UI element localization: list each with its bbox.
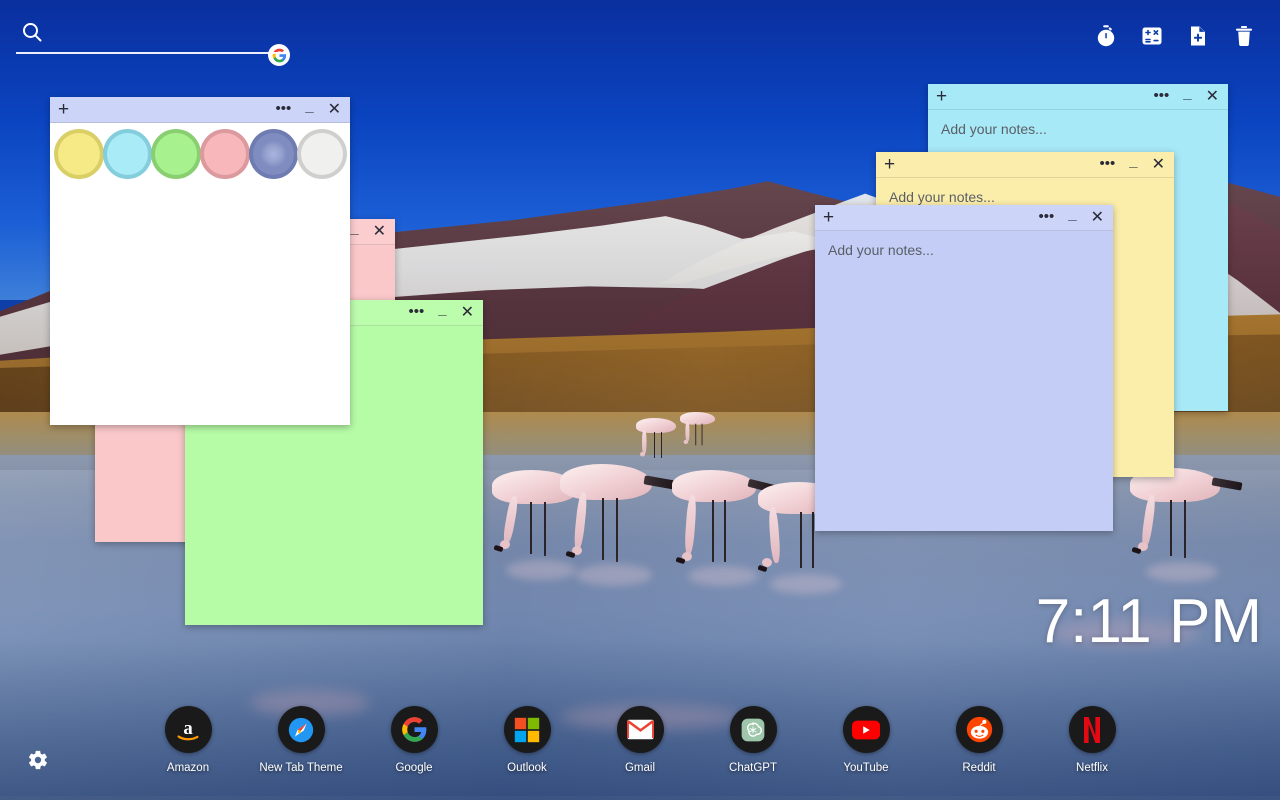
color-white-fill (301, 133, 344, 175)
trash-icon[interactable] (1230, 22, 1258, 50)
calculator-icon[interactable] (1138, 22, 1166, 50)
close-button[interactable]: ✕ (1206, 88, 1219, 106)
search-input[interactable] (62, 24, 258, 48)
add-note-button[interactable]: + (936, 87, 947, 108)
close-button[interactable]: ✕ (461, 304, 474, 322)
minimize-button[interactable]: _ (1129, 154, 1137, 176)
dock-item-chatgpt[interactable]: ChatGPT (721, 706, 785, 774)
youtube-icon[interactable] (842, 706, 890, 753)
color-pink-fill (204, 133, 246, 175)
minimize-button[interactable]: _ (1183, 86, 1191, 108)
more-options-icon[interactable]: ••• (1099, 156, 1115, 174)
add-note-button[interactable]: + (884, 155, 895, 176)
dock-item-new-tab-theme[interactable]: New Tab Theme (259, 706, 343, 774)
color-white-swatch[interactable] (297, 129, 348, 179)
reddit-icon[interactable] (955, 706, 1003, 753)
dock-label: Amazon (166, 762, 210, 774)
more-options-icon[interactable]: ••• (275, 101, 291, 119)
top-toolbar (1092, 22, 1258, 50)
color-yellow-swatch[interactable] (54, 129, 104, 179)
new-tab-theme-icon[interactable] (277, 706, 325, 753)
chatgpt-icon[interactable] (729, 706, 777, 753)
note-titlebar[interactable]: + ••• _ ✕ (815, 205, 1113, 231)
dock-label: Netflix (1076, 762, 1108, 774)
more-options-icon[interactable]: ••• (1038, 209, 1054, 227)
color-green-swatch[interactable] (151, 129, 202, 179)
minimize-button[interactable]: _ (305, 99, 313, 121)
dock-label: Outlook (507, 762, 547, 774)
dock-label: Reddit (962, 762, 996, 774)
note-titlebar[interactable]: + ••• _ ✕ (928, 84, 1228, 110)
google-g-logo[interactable] (268, 44, 290, 66)
search-icon[interactable] (20, 20, 44, 49)
dock-item-gmail[interactable]: Gmail (608, 706, 672, 774)
close-button[interactable]: ✕ (328, 101, 341, 119)
note-window-purple[interactable]: + ••• _ ✕ Add your notes... (815, 205, 1113, 531)
dock-label: YouTube (843, 762, 889, 774)
note-titlebar[interactable]: + ••• _ ✕ (876, 152, 1174, 178)
titlebar-divider (815, 230, 1113, 231)
dock-item-netflix[interactable]: Netflix (1060, 706, 1124, 774)
outlook-icon[interactable] (503, 706, 551, 753)
dock-item-google[interactable]: Google (382, 706, 446, 774)
note-titlebar[interactable]: + ••• _ ✕ (50, 97, 350, 123)
settings-gear-button[interactable] (25, 749, 51, 775)
titlebar-divider (876, 177, 1174, 178)
close-button[interactable]: ✕ (373, 223, 386, 241)
color-yellow-fill (58, 133, 100, 175)
dock-label: Google (395, 762, 433, 774)
dock-label: ChatGPT (729, 762, 777, 774)
google-icon[interactable] (390, 706, 438, 753)
titlebar-divider (928, 109, 1228, 110)
new-note-icon[interactable] (1184, 22, 1212, 50)
dock-item-outlook[interactable]: Outlook (495, 706, 559, 774)
dock-item-youtube[interactable]: YouTube (834, 706, 898, 774)
netflix-icon[interactable] (1068, 706, 1116, 753)
color-cyan-swatch[interactable] (102, 129, 153, 179)
search-bar[interactable] (16, 20, 290, 66)
color-picker-palette[interactable] (50, 123, 350, 179)
color-cyan-fill (106, 133, 149, 175)
color-purple-fill (252, 133, 295, 175)
titlebar-divider (50, 122, 350, 123)
add-note-button[interactable]: + (823, 208, 834, 229)
desktop-clock: 7:11 PM (1035, 587, 1262, 656)
minimize-button[interactable]: _ (1068, 207, 1076, 229)
more-options-icon[interactable]: ••• (1153, 88, 1169, 106)
note-text-area[interactable]: Add your notes... (815, 231, 1113, 531)
search-underline (16, 52, 284, 54)
close-button[interactable]: ✕ (1152, 156, 1165, 174)
gear-icon[interactable] (27, 749, 49, 776)
minimize-button[interactable]: _ (438, 302, 446, 324)
color-green-fill (155, 133, 198, 175)
dock-item-amazon[interactable]: a Amazon (156, 706, 220, 774)
dock-label: New Tab Theme (259, 762, 343, 774)
gmail-icon[interactable] (616, 706, 664, 753)
amazon-icon[interactable]: a (164, 706, 212, 753)
color-pink-swatch[interactable] (200, 129, 250, 179)
dock-item-reddit[interactable]: Reddit (947, 706, 1011, 774)
minimize-button[interactable]: _ (350, 221, 358, 243)
color-purple-swatch[interactable] (248, 129, 299, 179)
close-button[interactable]: ✕ (1091, 209, 1104, 227)
more-options-icon[interactable]: ••• (408, 304, 424, 322)
add-note-button[interactable]: + (58, 100, 69, 121)
dock-label: Gmail (624, 762, 656, 774)
svg-text:a: a (183, 717, 193, 738)
app-dock: a Amazon New Tab Theme Google Outlook Gm… (0, 706, 1280, 774)
timer-icon[interactable] (1092, 22, 1120, 50)
note-window-color-picker[interactable]: + ••• _ ✕ (50, 97, 350, 425)
